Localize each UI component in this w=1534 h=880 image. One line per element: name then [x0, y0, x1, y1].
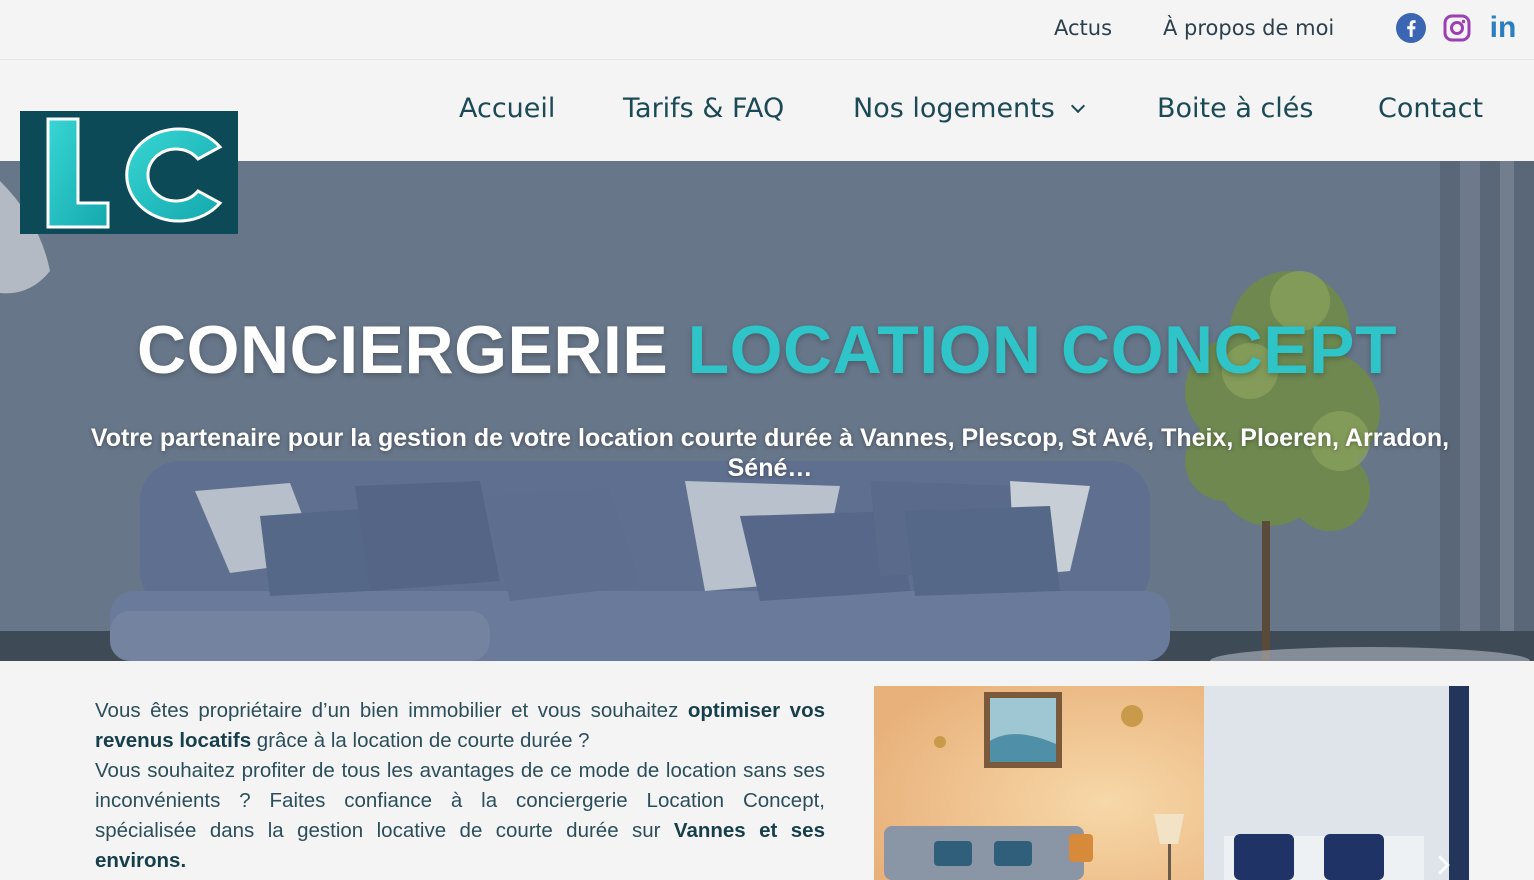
facebook-icon[interactable]: [1395, 12, 1427, 44]
nav-label: Boite à clés: [1157, 93, 1314, 124]
intro-p1-text: Vous êtes propriétaire d’un bien immobil…: [95, 699, 688, 722]
nav-item-tarifs-faq[interactable]: Tarifs & FAQ: [623, 93, 784, 124]
linkedin-icon[interactable]: in: [1487, 12, 1519, 44]
carousel-photo-bedroom: [1204, 686, 1469, 880]
nav-label: Nos logements: [853, 93, 1055, 124]
hero-banner: CONCIERGERIE LOCATION CONCEPT Votre part…: [0, 161, 1534, 661]
chevron-down-icon: [1070, 98, 1085, 113]
hero-title-accent: LOCATION CONCEPT: [687, 312, 1397, 388]
hero-living-room-image: [0, 161, 1534, 661]
hero-title-white: CONCIERGERIE: [137, 312, 669, 388]
linkedin-glyph: in: [1489, 11, 1517, 44]
nav-item-nos-logements[interactable]: Nos logements: [853, 93, 1085, 124]
logo-text: LC: [129, 228, 131, 230]
hero-title: CONCIERGERIE LOCATION CONCEPT: [0, 311, 1534, 389]
nav-item-contact[interactable]: Contact: [1378, 93, 1483, 124]
instagram-icon[interactable]: [1441, 12, 1473, 44]
topbar-link-a-propos[interactable]: À propos de moi: [1163, 16, 1334, 40]
hero-subtitle: Votre partenaire pour la gestion de votr…: [90, 424, 1450, 482]
photo-carousel[interactable]: [874, 686, 1469, 880]
intro-p1-text-end: grâce à la location de courte durée ?: [251, 729, 590, 752]
nav-label: Tarifs & FAQ: [623, 93, 785, 124]
topbar-link-actus[interactable]: Actus: [1054, 16, 1112, 40]
nav-label: Accueil: [459, 93, 556, 124]
nav-item-boite-a-cles[interactable]: Boite à clés: [1157, 93, 1313, 124]
nav-label: Contact: [1378, 93, 1484, 124]
nav-item-accueil[interactable]: Accueil: [459, 93, 555, 124]
carousel-photo-living-room: [874, 686, 1204, 880]
site-logo[interactable]: LC: [20, 111, 238, 234]
top-utility-bar: Actus À propos de moi in: [0, 0, 1534, 60]
intro-text: Vous êtes propriétaire d’un bien immobil…: [95, 696, 825, 876]
